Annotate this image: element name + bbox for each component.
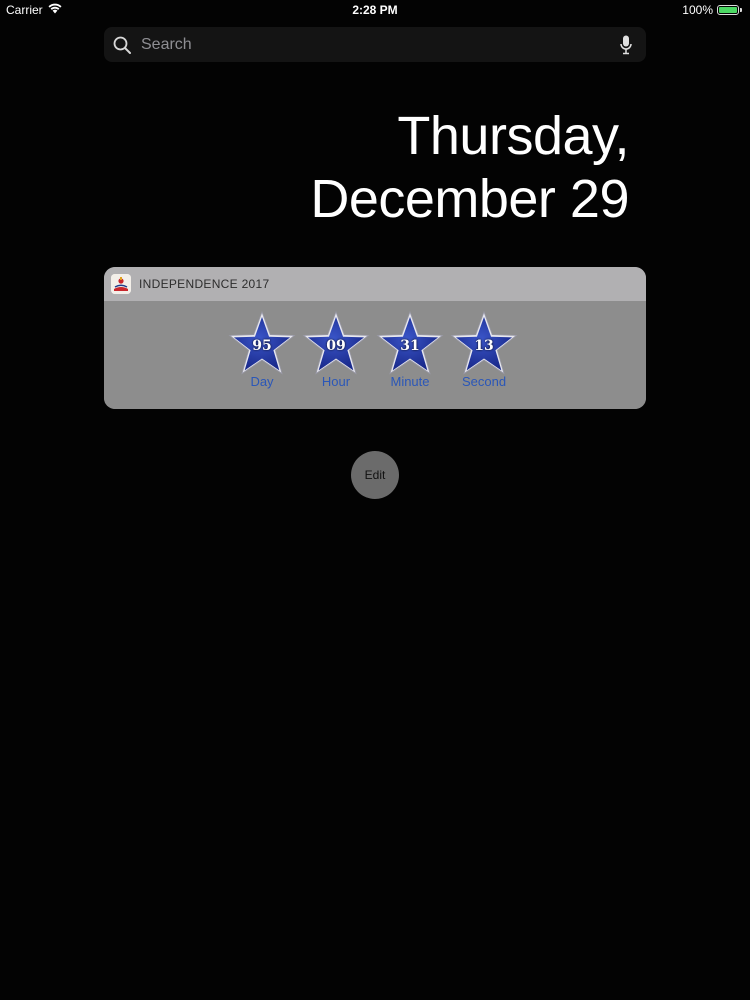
star-icon: 95 (228, 309, 296, 377)
battery-fill (719, 7, 737, 13)
widget-body: 95 Day 09 Hour 31 Minute 13 Second (104, 301, 646, 409)
battery-percent: 100% (682, 3, 713, 17)
countdown-counters: 95 Day 09 Hour 31 Minute 13 Second (228, 309, 518, 389)
widget-header[interactable]: INDEPENDENCE 2017 (104, 267, 646, 301)
date-weekday: Thursday, (397, 106, 629, 166)
date-month-day: December 29 (310, 169, 629, 229)
star-icon: 13 (450, 309, 518, 377)
counter-second: 13 Second (450, 309, 518, 389)
counter-value-minute: 31 (400, 338, 420, 354)
search-icon (112, 35, 132, 55)
notification-center-screen: Carrier 2:28 PM 100% Search Thursday, De… (0, 0, 750, 1000)
search-bar[interactable] (104, 27, 646, 62)
counter-hour: 09 Hour (302, 309, 370, 389)
search-input[interactable] (139, 34, 616, 55)
status-right: 100% (682, 3, 742, 17)
battery-icon (717, 5, 739, 15)
status-bar: Carrier 2:28 PM 100% (0, 0, 750, 20)
independence-app-icon (111, 274, 131, 294)
counter-value-day: 95 (252, 338, 272, 354)
counter-minute: 31 Minute (376, 309, 444, 389)
counter-day: 95 Day (228, 309, 296, 389)
date-heading: Thursday, December 29 (310, 105, 629, 231)
status-time: 2:28 PM (352, 3, 398, 17)
edit-button[interactable]: Edit (351, 451, 399, 499)
countdown-widget[interactable]: INDEPENDENCE 2017 95 Day 09 Hour 31 Minu… (104, 267, 646, 409)
battery-cap (740, 8, 742, 12)
microphone-icon[interactable] (616, 35, 636, 55)
star-icon: 31 (376, 309, 444, 377)
widget-title: INDEPENDENCE 2017 (139, 277, 270, 291)
counter-value-hour: 09 (326, 338, 346, 354)
counter-value-second: 13 (474, 338, 494, 354)
star-icon: 09 (302, 309, 370, 377)
